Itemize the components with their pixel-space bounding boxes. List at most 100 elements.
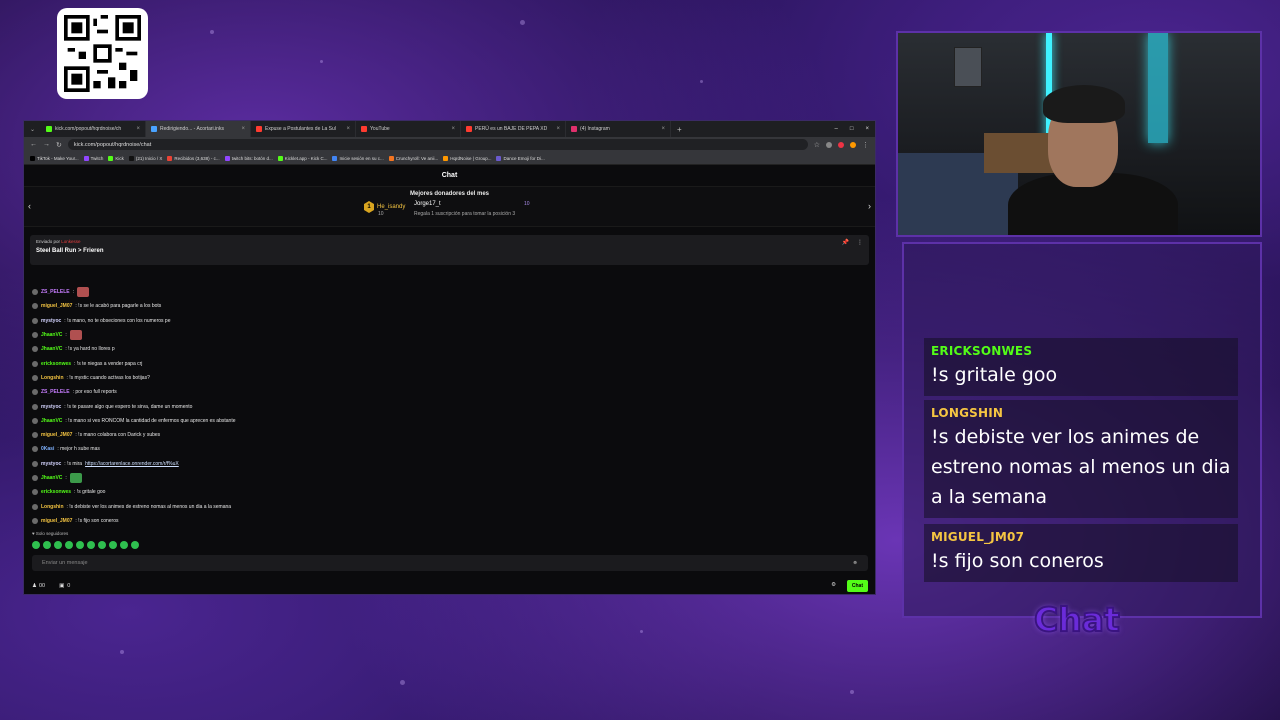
chat-username[interactable]: JhaanVC (41, 418, 62, 424)
chat-username[interactable]: JhaanVC (41, 332, 62, 338)
message-input[interactable]: Enviar un mensaje ☻ (32, 555, 868, 571)
user-badge-icon (32, 346, 38, 353)
emote-icon[interactable] (76, 541, 84, 549)
browser-tab[interactable]: Redirigiendo... - Acortari.inks × (146, 121, 252, 137)
tab-favicon-icon (46, 126, 53, 132)
chat-username[interactable]: ZS_PELELE (41, 289, 70, 295)
chat-text: : !s gritale goo (74, 489, 106, 496)
overlay-chat-item: MIGUEL_JM07 !s fijo son coneros (924, 524, 1238, 582)
bookmark-label: Dance Emoji for Di... (503, 155, 545, 161)
chevron-right-icon[interactable]: › (868, 201, 871, 211)
chat-text: : !s mano, no te obseciones con los nume… (64, 317, 171, 324)
bookmark-item[interactable]: Crunchyroll: Ve anii... (388, 155, 438, 161)
chat-username[interactable]: ericksonwes (41, 361, 71, 367)
chat-username[interactable]: JhaanVC (41, 475, 62, 481)
emote-icon[interactable] (43, 541, 51, 549)
tab-close-icon[interactable]: × (242, 126, 246, 132)
user-badge-icon (32, 432, 38, 439)
tab-bar: ⌄ kick.com/popout/hqrdnoise/ch × Redirigie… (24, 121, 875, 137)
extension-icon-2[interactable] (838, 141, 844, 148)
tab-close-icon[interactable]: × (557, 126, 561, 132)
tab-close-icon[interactable]: × (452, 126, 456, 132)
tab-label: Redirigiendo... - Acortari.inks (160, 126, 224, 132)
chat-username[interactable]: 0Kasi (41, 446, 54, 452)
browser-tab[interactable]: YouTube × (356, 121, 462, 137)
emote-icon[interactable] (131, 541, 139, 549)
chat-bottom-bar: ♟ 00 ▣ 0 ⚙ Chat (32, 579, 868, 593)
send-chat-button[interactable]: Chat (846, 580, 868, 592)
tab-close-icon[interactable]: × (347, 126, 351, 132)
tab-search-icon[interactable]: ⌄ (24, 126, 41, 133)
emote-icon[interactable] (32, 541, 40, 549)
bookmark-item[interactable]: HqrdNoise | Group... (443, 155, 491, 161)
chat-message: miguel_JM07: !s mano colabora con Darick… (32, 428, 632, 442)
profile-avatar[interactable] (850, 141, 856, 148)
chat-username[interactable]: ericksonwes (41, 489, 71, 495)
bookmark-item[interactable]: Dance Emoji for Di... (496, 155, 545, 161)
donor-second-note: Regala 1 suscripción para tomar la posic… (414, 211, 516, 217)
gift-icon[interactable]: ▣ (59, 583, 64, 589)
user-badge-icon (32, 374, 38, 381)
wall-poster (954, 47, 982, 87)
tab-favicon-icon (151, 126, 158, 132)
star-icon[interactable]: ☆ (814, 141, 820, 149)
close-window-button[interactable]: × (865, 126, 869, 132)
chat-username[interactable]: mystyoc (41, 318, 61, 324)
extension-icon[interactable] (826, 141, 832, 148)
settings-gear-icon[interactable]: ⚙ (831, 582, 836, 588)
chat-username[interactable]: mystyoc (41, 404, 61, 410)
browser-tab[interactable]: Expuse a Postulantes de La Sul × (251, 121, 357, 137)
new-tab-button[interactable]: + (677, 125, 682, 134)
tab-close-icon[interactable]: × (662, 126, 666, 132)
chat-username[interactable]: mystyoc (41, 461, 61, 467)
emote-icon[interactable] (109, 541, 117, 549)
emote-icon[interactable] (120, 541, 128, 549)
chat-username[interactable]: Longshin (41, 375, 64, 381)
webcam-feed (896, 31, 1262, 237)
bookmark-item[interactable]: Inicie sesión en su c... (332, 155, 384, 161)
chat-username[interactable]: JhaanVC (41, 346, 62, 352)
chat-username[interactable]: miguel_JM07 (41, 303, 72, 309)
menu-icon[interactable]: ⋮ (862, 141, 869, 149)
minimize-button[interactable]: – (835, 126, 838, 132)
tab-favicon-icon (571, 126, 578, 132)
chat-username[interactable]: miguel_JM07 (41, 518, 72, 524)
pin-icon[interactable]: 📌 (842, 239, 849, 246)
maximize-button[interactable]: □ (850, 126, 854, 132)
emoji-icon[interactable]: ☻ (852, 560, 858, 566)
chat-message: JhaanVC: (32, 471, 632, 485)
bookmark-item[interactable]: Recibidos (3,638) - c... (167, 155, 220, 161)
emote-icon[interactable] (54, 541, 62, 549)
chat-username[interactable]: Longshin (41, 504, 64, 510)
emote-icon[interactable] (65, 541, 73, 549)
tab-label: kick.com/popout/hqrdnoise/ch (55, 126, 122, 132)
bookmark-item[interactable]: twitch bits: botón d... (224, 155, 273, 161)
pinned-by-label: Enviado por (36, 239, 61, 244)
back-icon[interactable]: ← (30, 141, 37, 148)
bookmark-icon (332, 155, 338, 161)
reload-icon[interactable]: ↻ (56, 141, 62, 149)
bookmark-item[interactable]: (21) Inicio / X (128, 155, 162, 161)
tab-label: (4) Instagram (580, 126, 610, 132)
bookmark-item[interactable]: TikTok - Make Your... (30, 155, 79, 161)
bookmark-item[interactable]: Kick (108, 155, 124, 161)
chat-username[interactable]: miguel_JM07 (41, 432, 72, 438)
chat-text: : por eso full reports (72, 389, 117, 396)
url-input[interactable]: kick.com/popout/hqrdnoise/chat (67, 139, 808, 150)
chat-message: ericksonwes: !s gritale goo (32, 485, 632, 499)
more-options-icon[interactable]: ⋮ (857, 239, 863, 246)
browser-tab[interactable]: kick.com/popout/hqrdnoise/ch × (41, 121, 147, 137)
browser-tab[interactable]: PERÚ es un BAJE DE PEPA XD × (461, 121, 567, 137)
chat-link[interactable]: https://acortarenlace.onrender.com/r/f%u… (85, 461, 179, 467)
chevron-left-icon[interactable]: ‹ (28, 201, 31, 211)
bookmark-item[interactable]: Kicklet.app - Kick C... (277, 155, 327, 161)
emote-icon[interactable] (87, 541, 95, 549)
browser-tab[interactable]: (4) Instagram × (566, 121, 672, 137)
bookmark-item[interactable]: Twitch (83, 155, 103, 161)
tab-close-icon[interactable]: × (137, 126, 141, 132)
emote-icon[interactable] (98, 541, 106, 549)
overlay-chat-item: ERICKSONWES !s gritale goo (924, 338, 1238, 396)
chat-username[interactable]: ZS_PELELE (41, 389, 70, 395)
overlay-chat-user: LONGSHIN (931, 406, 1004, 420)
forward-icon[interactable]: → (43, 141, 50, 148)
